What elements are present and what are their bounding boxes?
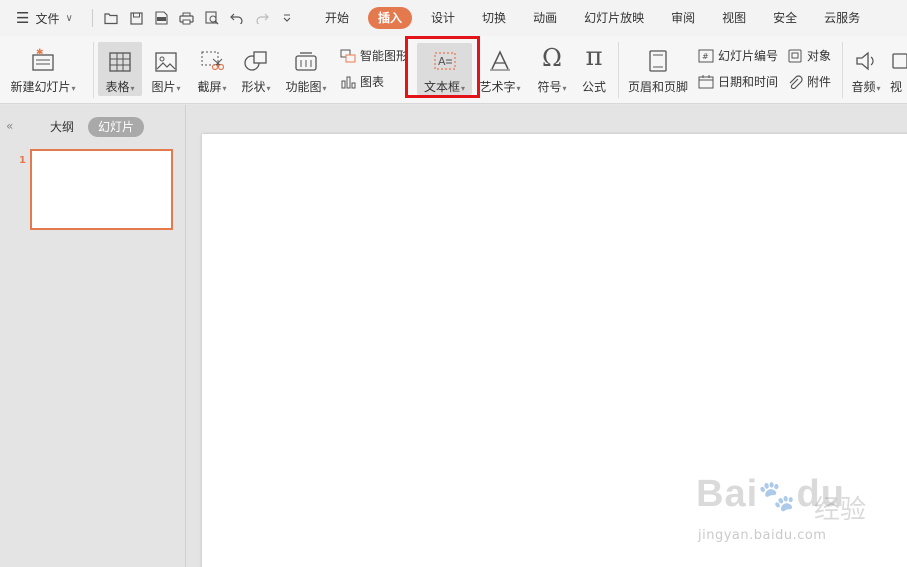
chevron-down-icon: ∨	[65, 12, 73, 24]
tab-home[interactable]: 开始	[317, 7, 357, 29]
formula-label: 公式	[581, 80, 606, 94]
file-menu-label: 文件	[35, 11, 60, 26]
shape-icon	[244, 44, 268, 72]
function-chart-button[interactable]: 功能图▾	[282, 44, 330, 95]
picture-label: 图片	[151, 80, 176, 94]
slide-navigation-pane: « 大纲 幻灯片 1	[0, 105, 186, 567]
tab-security[interactable]: 安全	[765, 7, 805, 29]
slide-number-label: 幻灯片编号	[718, 49, 779, 63]
watermark-url: jingyan.baidu.com	[698, 528, 827, 543]
attachment-label: 附件	[807, 75, 832, 89]
table-button[interactable]: 表格▾	[98, 42, 142, 96]
tab-slideshow[interactable]: 幻灯片放映	[576, 7, 652, 29]
attachment-button[interactable]: 附件	[786, 73, 831, 90]
tab-outline[interactable]: 大纲	[40, 117, 84, 137]
shape-label: 形状	[241, 80, 266, 94]
symbol-button[interactable]: Ω 符号▾	[532, 44, 572, 95]
divider	[618, 42, 619, 98]
wordart-icon	[488, 44, 512, 72]
collapse-pane-icon[interactable]: «	[6, 119, 13, 133]
file-menu[interactable]: ☰ 文件 ∨	[0, 0, 86, 36]
customize-toolbar-icon[interactable]	[274, 6, 299, 30]
smartart-icon	[339, 48, 357, 64]
screenshot-label: 截屏	[197, 80, 222, 94]
tab-cloud-service[interactable]: 云服务	[816, 7, 868, 29]
quick-access-toolbar	[99, 6, 299, 30]
chart-button[interactable]: 图表	[339, 73, 384, 90]
tab-insert[interactable]: 插入	[368, 7, 413, 29]
header-footer-label: 页眉和页脚	[627, 80, 688, 94]
print-preview-icon[interactable]	[199, 6, 224, 30]
picture-button[interactable]: 图片▾	[146, 44, 186, 95]
shape-button[interactable]: 形状▾	[236, 44, 276, 95]
picture-icon	[155, 44, 177, 72]
video-icon	[890, 44, 907, 72]
object-button[interactable]: 对象	[786, 47, 831, 64]
formula-button[interactable]: π 公式	[576, 42, 612, 95]
redo-icon[interactable]	[249, 6, 274, 30]
slide-number: 1	[19, 155, 26, 166]
export-pdf-icon[interactable]	[149, 6, 174, 30]
tab-slides[interactable]: 幻灯片	[88, 117, 145, 137]
slide-number-button[interactable]: # 幻灯片编号	[697, 47, 778, 64]
pi-icon: π	[585, 42, 603, 72]
video-label: 视	[890, 80, 903, 94]
slide-number-icon: #	[697, 48, 715, 64]
table-label: 表格	[105, 80, 130, 94]
screenshot-icon	[200, 44, 224, 72]
slide-thumbnail[interactable]	[30, 149, 173, 230]
smartart-button[interactable]: 智能图形	[339, 47, 408, 64]
ribbon-tabs: 开始 插入 设计 切换 动画 幻灯片放映 审阅 视图 安全 云服务	[317, 7, 879, 29]
menu-bar: ☰ 文件 ∨ 开始 插入 设计 切换 动画 幻灯片放映 审阅 视图 安全 云服务	[0, 0, 907, 36]
highlight-annotation	[405, 36, 480, 98]
symbol-label: 符号	[537, 80, 562, 94]
video-button[interactable]: 视	[890, 44, 907, 95]
screenshot-button[interactable]: 截屏▾	[192, 44, 232, 95]
new-slide-button[interactable]: ✱ 新建幻灯片▾	[10, 44, 76, 95]
bar-chart-icon	[339, 74, 357, 90]
table-icon	[109, 44, 131, 72]
header-footer-icon	[648, 44, 668, 72]
function-chart-label: 功能图	[285, 80, 322, 94]
tab-review[interactable]: 审阅	[663, 7, 703, 29]
watermark-chinese: 经验	[814, 495, 867, 525]
function-chart-icon	[294, 44, 318, 72]
divider	[93, 42, 94, 98]
open-folder-icon[interactable]	[99, 6, 124, 30]
paperclip-icon	[786, 74, 804, 90]
smartart-label: 智能图形	[360, 49, 409, 63]
date-time-label: 日期和时间	[718, 75, 779, 89]
divider	[92, 9, 93, 27]
tab-animations[interactable]: 动画	[525, 7, 565, 29]
divider	[842, 42, 843, 98]
speaker-icon	[854, 44, 878, 72]
header-footer-button[interactable]: 页眉和页脚	[624, 44, 692, 95]
calendar-icon	[697, 74, 715, 90]
wordart-label: 艺术字	[479, 80, 516, 94]
save-icon[interactable]	[124, 6, 149, 30]
svg-text:#: #	[702, 52, 709, 61]
object-label: 对象	[807, 49, 832, 63]
new-slide-icon: ✱	[30, 44, 56, 72]
omega-icon: Ω	[542, 44, 562, 72]
print-icon[interactable]	[174, 6, 199, 30]
wordart-button[interactable]: 艺术字▾	[476, 44, 524, 95]
baidu-watermark: Bai🐾du 经验 jingyan.baidu.com	[696, 473, 901, 553]
chart-label: 图表	[360, 75, 385, 89]
svg-text:✱: ✱	[36, 48, 44, 58]
tab-view[interactable]: 视图	[714, 7, 754, 29]
audio-label: 音频	[851, 80, 876, 94]
hamburger-icon: ☰	[16, 9, 30, 27]
tab-design[interactable]: 设计	[423, 7, 463, 29]
object-icon	[786, 48, 804, 64]
new-slide-label: 新建幻灯片	[10, 80, 71, 94]
date-time-button[interactable]: 日期和时间	[697, 73, 778, 90]
tab-transitions[interactable]: 切换	[474, 7, 514, 29]
audio-button[interactable]: 音频▾	[848, 44, 884, 95]
undo-icon[interactable]	[224, 6, 249, 30]
